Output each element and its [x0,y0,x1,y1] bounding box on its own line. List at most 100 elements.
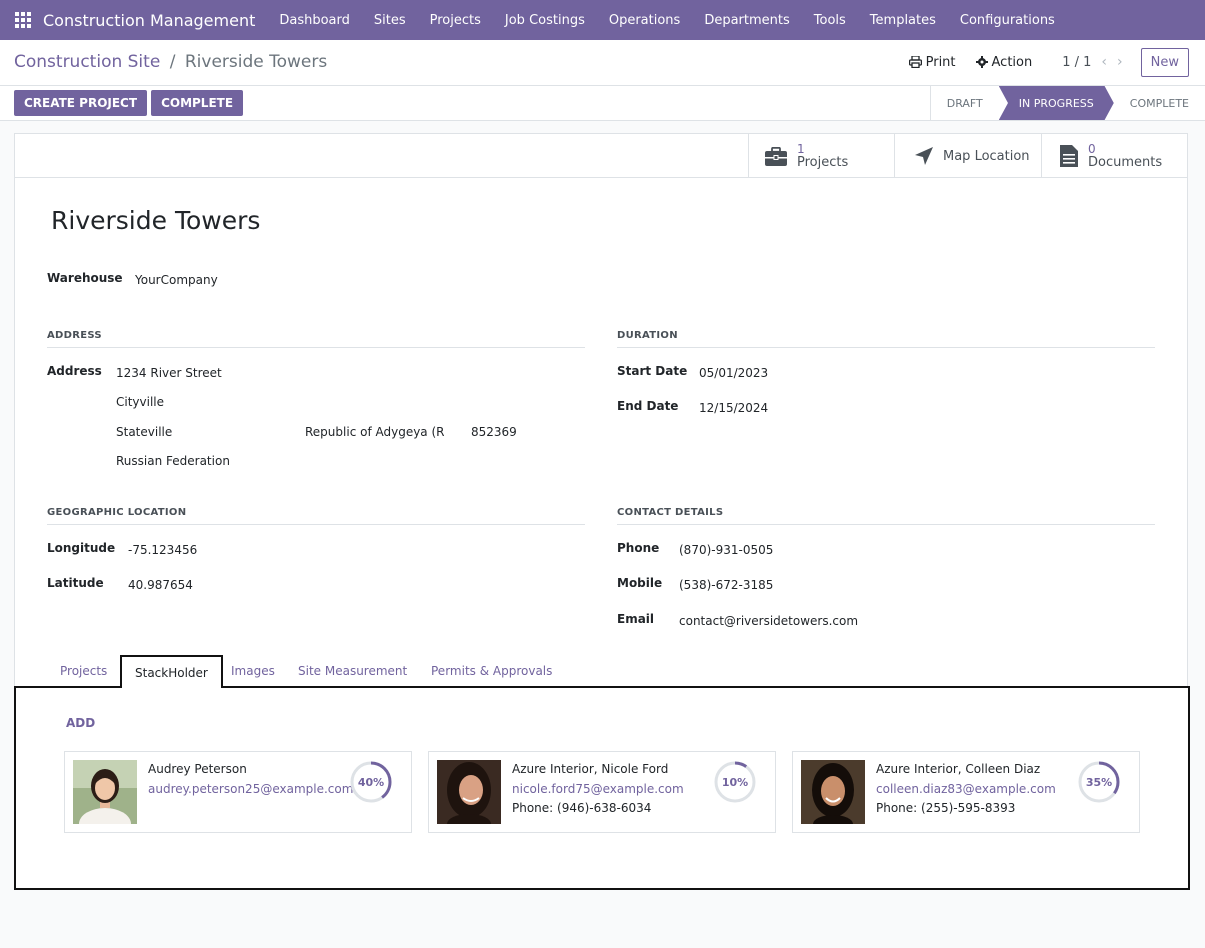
map-location-label: Map Location [943,148,1030,164]
stakeholder-phone: Phone: (255)-595-8393 [876,801,1016,815]
control-panel: Construction Site / Riverside Towers Pri… [0,40,1205,121]
latitude-label: Latitude [47,576,104,590]
print-label: Print [925,54,956,70]
progress-percent: 35% [1085,775,1113,789]
form-actions: CREATE PROJECT COMPLETE [14,90,247,116]
documents-smart-button[interactable]: 0 Documents [1041,134,1187,178]
top-navbar: Construction Management Dashboard Sites … [0,0,1205,40]
warehouse-label: Warehouse [47,271,123,285]
action-button[interactable]: Action [975,54,1033,70]
stakeholder-phone: Phone: (946)-638-6034 [512,801,652,815]
briefcase-icon [765,146,787,166]
longitude-value[interactable]: -75.123456 [128,543,197,557]
avatar [801,760,865,824]
progress-percent: 10% [721,775,749,789]
print-button[interactable]: Print [908,54,956,70]
tab-projects[interactable]: Projects [47,655,120,687]
pager-previous-icon[interactable]: ‹ [1101,54,1107,70]
stakeholder-card[interactable]: Azure Interior, Colleen Diaz colleen.dia… [792,751,1140,833]
email-value[interactable]: contact@riversidetowers.com [679,614,858,628]
tab-images[interactable]: Images [218,655,288,687]
projects-smart-label: Projects [797,155,849,170]
nav-departments[interactable]: Departments [692,13,801,28]
phone-value[interactable]: (870)-931-0505 [679,543,773,557]
end-date-label: End Date [617,399,679,413]
breadcrumb: Construction Site / Riverside Towers [14,52,327,72]
location-arrow-icon [915,147,933,165]
warehouse-value[interactable]: YourCompany [135,273,218,287]
nav-projects[interactable]: Projects [418,13,493,28]
pager-next-icon[interactable]: › [1117,54,1123,70]
stakeholder-name: Azure Interior, Nicole Ford [512,762,669,776]
geo-section-header: GEOGRAPHIC LOCATION [47,507,585,525]
contact-section-header: CONTACT DETAILS [617,507,1155,525]
status-bar: DRAFT IN PROGRESS COMPLETE [929,86,1205,120]
longitude-label: Longitude [47,541,116,555]
documents-count: 0 [1088,142,1096,156]
map-location-button[interactable]: Map Location [894,134,1041,178]
progress-percent: 40% [357,775,385,789]
avatar [73,760,137,824]
stakeholder-card[interactable]: Audrey Peterson audrey.peterson25@exampl… [64,751,412,833]
tab-site-measurement[interactable]: Site Measurement [285,655,420,687]
stakeholder-email[interactable]: nicole.ford75@example.com [512,782,684,796]
smart-buttons: 1 Projects Map Location 0 Documents [15,134,1187,178]
zip-value[interactable]: 852369 [471,425,517,439]
breadcrumb-parent[interactable]: Construction Site [14,52,160,72]
avatar [437,760,501,824]
phone-label: Phone [617,541,660,555]
pager-value[interactable]: 1 / 1 [1062,55,1091,70]
action-label: Action [991,54,1033,70]
gear-icon [975,56,988,68]
end-date-value[interactable]: 12/15/2024 [699,401,768,415]
nav-job-costings[interactable]: Job Costings [493,13,597,28]
document-icon [1060,145,1078,167]
control-right: Print Action 1 / 1 ‹ › New [889,47,1189,77]
state-value[interactable]: Republic of Adygeya (RU) [305,425,444,439]
stage-in-progress[interactable]: IN PROGRESS [998,86,1114,120]
stakeholder-tab-panel: ADD Audrey Peterson audrey.peterson25@ex… [14,686,1190,890]
projects-smart-button[interactable]: 1 Projects [748,134,894,178]
street-value[interactable]: 1234 River Street [116,366,222,380]
nav-sites[interactable]: Sites [362,13,418,28]
start-date-label: Start Date [617,364,688,378]
stakeholder-name: Audrey Peterson [148,762,247,776]
complete-button[interactable]: COMPLETE [151,90,244,116]
mobile-label: Mobile [617,576,663,590]
add-stakeholder-button[interactable]: ADD [66,716,95,730]
mobile-value[interactable]: (538)-672-3185 [679,578,773,592]
nav-tools[interactable]: Tools [802,13,858,28]
duration-section-header: DURATION [617,330,1155,348]
new-button[interactable]: New [1140,47,1189,77]
stakeholder-email[interactable]: audrey.peterson25@example.com [148,782,353,796]
tab-permits-approvals[interactable]: Permits & Approvals [418,655,565,687]
projects-count: 1 [797,142,805,156]
address-label: Address [47,364,102,378]
stakeholder-name: Azure Interior, Colleen Diaz [876,762,1041,776]
form-sheet: 1 Projects Map Location 0 Documents Rive… [14,133,1190,890]
print-icon [908,56,922,68]
latitude-value[interactable]: 40.987654 [128,578,193,592]
email-label: Email [617,612,655,626]
stakeholder-email[interactable]: colleen.diaz83@example.com [876,782,1056,796]
breadcrumb-separator: / [169,52,176,72]
street2-value[interactable]: Cityville [116,395,164,409]
apps-menu-icon[interactable] [15,12,31,28]
address-section-header: ADDRESS [47,330,585,348]
country-value[interactable]: Russian Federation [116,454,230,468]
stage-complete[interactable]: COMPLETE [1114,86,1205,120]
nav-dashboard[interactable]: Dashboard [267,13,362,28]
nav-configurations[interactable]: Configurations [948,13,1067,28]
nav-operations[interactable]: Operations [597,13,692,28]
breadcrumb-current: Riverside Towers [184,52,328,72]
record-title[interactable]: Riverside Towers [51,206,260,235]
nav-templates[interactable]: Templates [858,13,948,28]
start-date-value[interactable]: 05/01/2023 [699,366,768,380]
create-project-button[interactable]: CREATE PROJECT [14,90,148,116]
stage-draft[interactable]: DRAFT [929,86,999,120]
documents-smart-label: Documents [1088,155,1163,170]
city-value[interactable]: Stateville [116,425,172,439]
tab-stackholder[interactable]: StackHolder [120,655,223,688]
stakeholder-card[interactable]: Azure Interior, Nicole Ford nicole.ford7… [428,751,776,833]
app-title[interactable]: Construction Management [43,11,255,30]
